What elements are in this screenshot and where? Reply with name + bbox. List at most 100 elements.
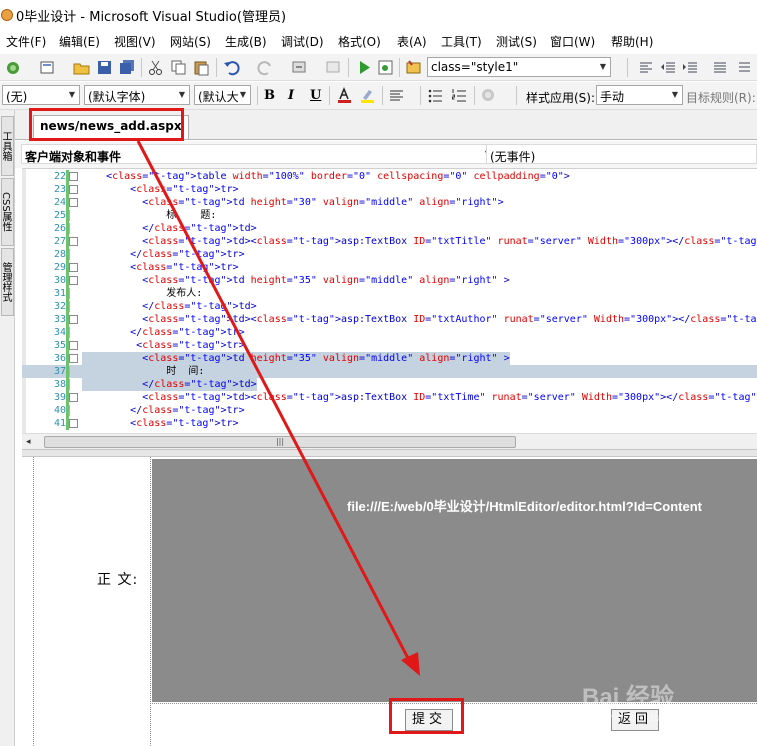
- separator: [474, 86, 475, 105]
- menu-tools[interactable]: 工具(T): [441, 33, 482, 50]
- collapse-icon[interactable]: [69, 276, 78, 285]
- save-icon[interactable]: [96, 59, 113, 76]
- line-number: 29: [53, 262, 66, 273]
- chevron-down-icon[interactable]: ▼: [236, 86, 250, 104]
- code-line[interactable]: 34 </class="t-tag">tr>: [22, 326, 757, 339]
- chevron-down-icon[interactable]: ▼: [596, 58, 610, 76]
- highlight-color-icon[interactable]: [359, 87, 376, 104]
- code-line[interactable]: 37 时 间:: [22, 365, 757, 378]
- code-line[interactable]: 29 <class="t-tag">tr>: [22, 261, 757, 274]
- code-line[interactable]: 36 <class="t-tag">td height="35" valign=…: [22, 352, 757, 365]
- code-line[interactable]: 24 <class="t-tag">td height="30" valign=…: [22, 196, 757, 209]
- comment-icon[interactable]: [712, 59, 729, 76]
- scroll-left-icon[interactable]: ◂: [26, 437, 31, 447]
- class-selector[interactable]: class="style1" ▼: [427, 57, 611, 77]
- collapse-icon[interactable]: [69, 263, 78, 272]
- redo-icon[interactable]: [257, 59, 274, 76]
- indent-icon[interactable]: [682, 59, 699, 76]
- font-family-select[interactable]: (默认字体) ▼: [84, 85, 190, 105]
- start-debugging-icon[interactable]: [356, 59, 373, 76]
- menu-view[interactable]: 视图(V): [114, 33, 156, 50]
- code-line[interactable]: 38 </class="t-tag">td>: [22, 378, 757, 391]
- numbered-list-icon[interactable]: [451, 87, 468, 104]
- collapse-icon[interactable]: [69, 198, 78, 207]
- code-line[interactable]: 32 </class="t-tag">td>: [22, 300, 757, 313]
- toolbox-tab[interactable]: 工具箱: [1, 116, 14, 176]
- menu-test[interactable]: 测试(S): [496, 33, 537, 50]
- client-event-select[interactable]: (无事件): [486, 144, 757, 164]
- code-line[interactable]: 33 <class="t-tag">td><class="t-tag">asp:…: [22, 313, 757, 326]
- menu-table[interactable]: 表(A): [397, 33, 427, 50]
- font-size-select[interactable]: (默认大 ▼: [194, 85, 251, 105]
- hyperlink-icon[interactable]: [480, 87, 497, 104]
- submit-highlight-box: [389, 698, 464, 734]
- italic-button[interactable]: I: [288, 88, 294, 103]
- code-line[interactable]: 25 标 题:: [22, 209, 757, 222]
- navigate-backward-icon[interactable]: [291, 59, 308, 76]
- copy-icon[interactable]: [170, 59, 187, 76]
- code-line[interactable]: 39 <class="t-tag">td><class="t-tag">asp:…: [22, 391, 757, 404]
- align-left-icon[interactable]: [638, 59, 655, 76]
- outdent-icon[interactable]: [660, 59, 677, 76]
- code-line[interactable]: 26 </class="t-tag">td>: [22, 222, 757, 235]
- code-line[interactable]: 23 <class="t-tag">tr>: [22, 183, 757, 196]
- menu-help[interactable]: 帮助(H): [611, 33, 653, 50]
- bulleted-list-icon[interactable]: [427, 87, 444, 104]
- collapse-icon[interactable]: [69, 172, 78, 181]
- undo-icon[interactable]: [223, 59, 240, 76]
- code-line[interactable]: 30 <class="t-tag">td height="35" valign=…: [22, 274, 757, 287]
- justify-icon[interactable]: [388, 87, 405, 104]
- underline-button[interactable]: U: [310, 88, 321, 103]
- horizontal-scrollbar[interactable]: ◂ |||: [22, 433, 757, 449]
- code-line[interactable]: 31 发布人:: [22, 287, 757, 300]
- bold-button[interactable]: B: [264, 88, 275, 103]
- view-in-browser-icon[interactable]: [377, 59, 394, 76]
- new-website-icon[interactable]: [5, 59, 22, 76]
- separator: [216, 58, 217, 77]
- collapse-icon[interactable]: [69, 393, 78, 402]
- css-properties-tab[interactable]: CSS属性: [1, 178, 14, 246]
- scrollbar-thumb[interactable]: |||: [44, 436, 516, 448]
- add-item-icon[interactable]: [39, 59, 56, 76]
- manage-styles-tab[interactable]: 管理样式: [1, 248, 14, 316]
- block-format-select[interactable]: (无) ▼: [2, 85, 80, 105]
- uncomment-icon[interactable]: [736, 59, 753, 76]
- collapse-icon[interactable]: [69, 185, 78, 194]
- menu-debug[interactable]: 调试(D): [281, 33, 324, 50]
- source-code-editor[interactable]: 22 <class="t-tag">table width="100%" bor…: [22, 168, 757, 451]
- code-line[interactable]: 35 <class="t-tag">tr>: [22, 339, 757, 352]
- chevron-down-icon[interactable]: ▼: [668, 86, 682, 104]
- html-editor-iframe[interactable]: file:///E:/web/0毕业设计/HtmlEditor/editor.h…: [152, 459, 757, 702]
- menu-file[interactable]: 文件(F): [6, 33, 46, 50]
- watermark-logo: Bai 经验: [582, 684, 675, 711]
- menu-window[interactable]: 窗口(W): [550, 33, 595, 50]
- chevron-down-icon[interactable]: ▼: [175, 86, 189, 104]
- editor-splitter[interactable]: [22, 449, 757, 457]
- client-object-select[interactable]: 客户端对象和事件 ▼: [21, 144, 496, 164]
- code-line[interactable]: 40 </class="t-tag">tr>: [22, 404, 757, 417]
- code-line[interactable]: 28 </class="t-tag">tr>: [22, 248, 757, 261]
- line-number: 31: [53, 288, 66, 299]
- navigate-forward-icon[interactable]: [325, 59, 342, 76]
- menu-website[interactable]: 网站(S): [170, 33, 211, 50]
- collapse-icon[interactable]: [69, 341, 78, 350]
- collapse-icon[interactable]: [69, 419, 78, 428]
- collapse-icon[interactable]: [69, 354, 78, 363]
- chevron-down-icon[interactable]: ▼: [65, 86, 79, 104]
- menu-bar: 文件(F) 编辑(E) 视图(V) 网站(S) 生成(B) 调试(D) 格式(O…: [0, 31, 757, 51]
- menu-edit[interactable]: 编辑(E): [59, 33, 100, 50]
- save-all-icon[interactable]: [119, 59, 136, 76]
- paste-icon[interactable]: [193, 59, 210, 76]
- open-folder-icon[interactable]: [73, 59, 90, 76]
- new-style-icon[interactable]: [405, 59, 422, 76]
- menu-format[interactable]: 格式(O): [338, 33, 381, 50]
- collapse-icon[interactable]: [69, 315, 78, 324]
- code-line[interactable]: 22 <class="t-tag">table width="100%" bor…: [22, 170, 757, 183]
- code-line[interactable]: 41 <class="t-tag">tr>: [22, 417, 757, 430]
- menu-build[interactable]: 生成(B): [225, 33, 267, 50]
- style-apply-select[interactable]: 手动 ▼: [596, 85, 683, 105]
- code-line[interactable]: 27 <class="t-tag">td><class="t-tag">asp:…: [22, 235, 757, 248]
- font-color-icon[interactable]: [336, 87, 353, 104]
- cut-icon[interactable]: [147, 59, 164, 76]
- collapse-icon[interactable]: [69, 237, 78, 246]
